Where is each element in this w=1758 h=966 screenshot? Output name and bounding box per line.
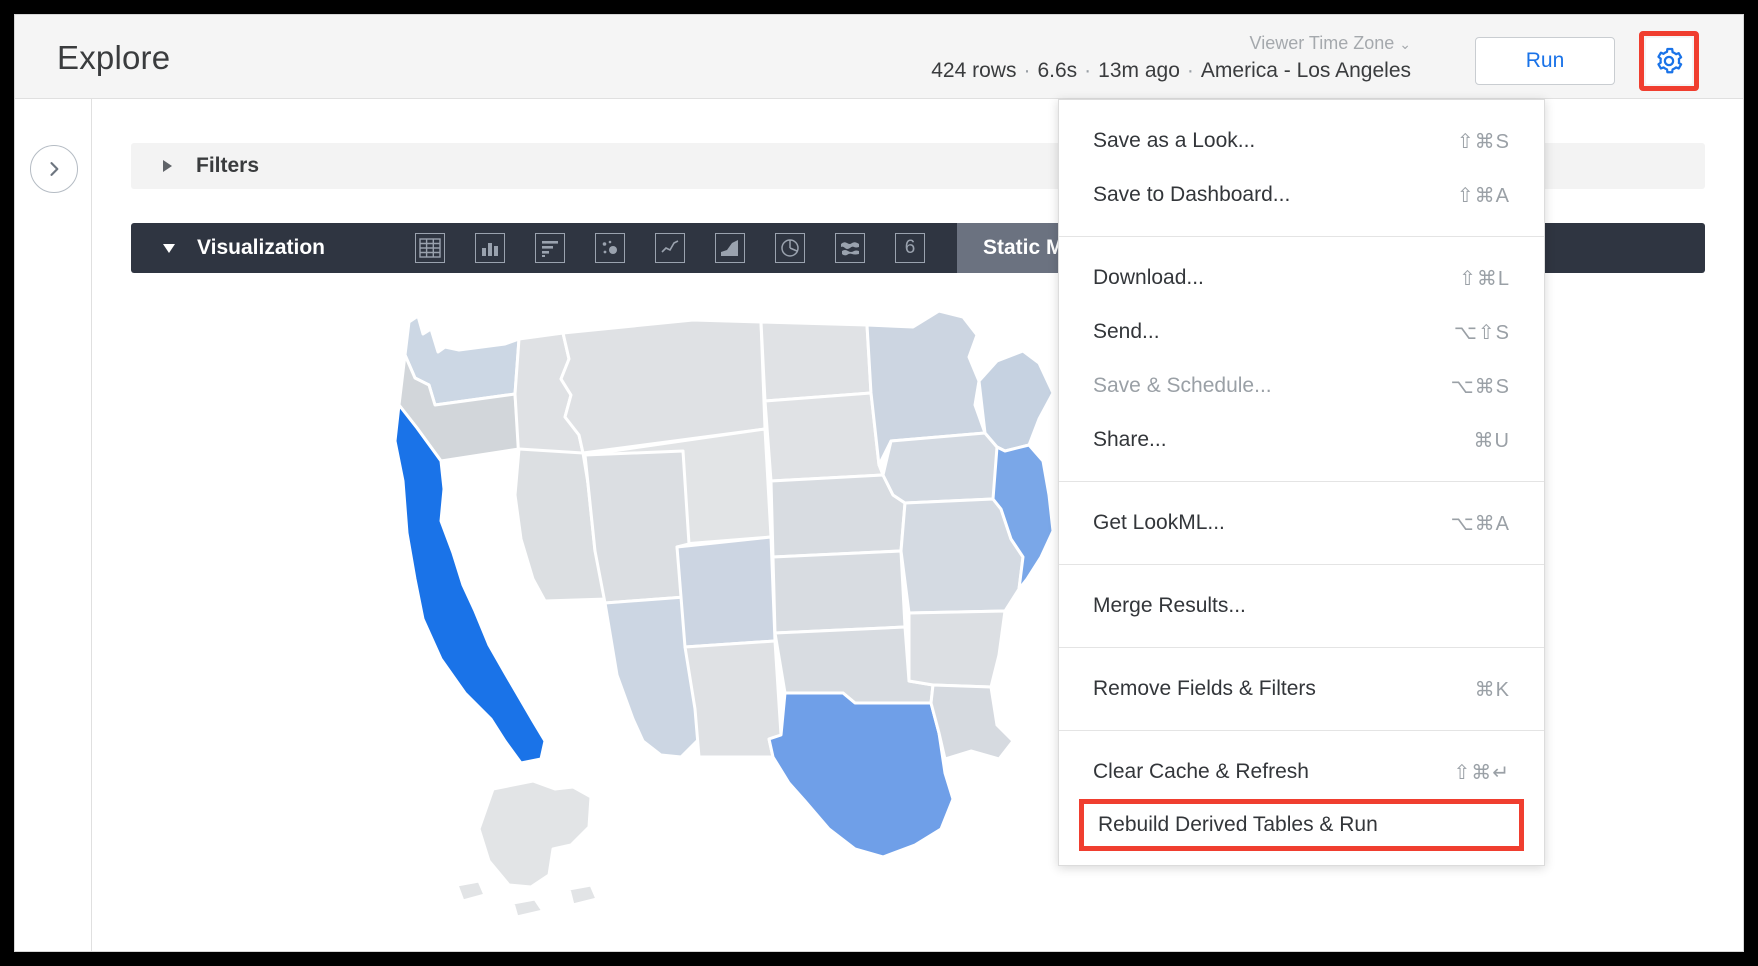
page-title: Explore bbox=[57, 39, 170, 77]
menu-item-label: Get LookML... bbox=[1093, 511, 1225, 535]
map-state-WI[interactable] bbox=[979, 351, 1053, 451]
horizontal-bar-icon[interactable] bbox=[535, 233, 565, 263]
menu-item-label: Remove Fields & Filters bbox=[1093, 677, 1316, 701]
filters-label: Filters bbox=[196, 154, 259, 178]
menu-item-label: Download... bbox=[1093, 266, 1204, 290]
scatter-plot-icon[interactable] bbox=[595, 233, 625, 263]
map-state-AK[interactable] bbox=[457, 781, 597, 917]
menu-item-label: Save as a Look... bbox=[1093, 129, 1255, 153]
menu-item-shortcut: ⌥⇧S bbox=[1454, 320, 1510, 345]
line-chart-icon[interactable] bbox=[655, 233, 685, 263]
menu-item-shortcut: ⌥⌘A bbox=[1451, 511, 1510, 536]
run-button[interactable]: Run bbox=[1475, 37, 1615, 85]
triangle-right-icon bbox=[163, 160, 172, 172]
menu-item-label: Clear Cache & Refresh bbox=[1093, 760, 1309, 784]
timezone-selector[interactable]: Viewer Time Zone⌄ bbox=[931, 31, 1411, 56]
menu-item-get-lookml[interactable]: Get LookML... ⌥⌘A bbox=[1059, 496, 1544, 550]
timezone-value: America - Los Angeles bbox=[1201, 59, 1411, 82]
separator: · bbox=[1077, 59, 1098, 82]
map-icon[interactable] bbox=[835, 233, 865, 263]
menu-group: Clear Cache & Refresh ⇧⌘↵ Rebuild Derived … bbox=[1059, 730, 1544, 865]
separator: · bbox=[1180, 59, 1201, 82]
menu-item-label: Merge Results... bbox=[1093, 594, 1246, 618]
menu-item-send[interactable]: Send... ⌥⇧S bbox=[1059, 305, 1544, 359]
visualization-label: Visualization bbox=[197, 236, 325, 260]
app-header: Explore Viewer Time Zone⌄ 424 rows·6.6s·… bbox=[15, 15, 1743, 99]
gear-dropdown-menu[interactable]: Save as a Look... ⇧⌘S Save to Dashboard...… bbox=[1058, 99, 1545, 866]
separator: · bbox=[1016, 59, 1037, 82]
menu-item-download[interactable]: Download... ⇧⌘L bbox=[1059, 251, 1544, 305]
menu-item-shortcut: ⇧⌘S bbox=[1457, 129, 1510, 154]
map-state-IA[interactable] bbox=[883, 433, 1003, 503]
menu-item-save-schedule: Save & Schedule... ⌥⌘S bbox=[1059, 359, 1544, 413]
chevron-right-circle-icon[interactable] bbox=[30, 145, 78, 193]
map-state-TX[interactable] bbox=[769, 693, 953, 857]
menu-item-shortcut: ⌘U bbox=[1474, 428, 1510, 453]
chevron-down-icon: ⌄ bbox=[1399, 36, 1411, 52]
menu-group: Remove Fields & Filters ⌘K bbox=[1059, 647, 1544, 730]
row-count: 424 rows bbox=[931, 59, 1016, 82]
map-state-SD[interactable] bbox=[765, 393, 883, 481]
timezone-label: Viewer Time Zone bbox=[1250, 33, 1395, 53]
run-button-label: Run bbox=[1526, 49, 1565, 73]
more-visualizations-count[interactable]: 6 bbox=[895, 233, 925, 263]
menu-item-clear-cache-refresh[interactable]: Clear Cache & Refresh ⇧⌘↵ bbox=[1059, 745, 1544, 799]
menu-item-label: Rebuild Derived Tables & Run bbox=[1098, 813, 1378, 837]
pie-chart-icon[interactable] bbox=[775, 233, 805, 263]
menu-item-shortcut: ⇧⌘L bbox=[1459, 266, 1510, 291]
map-state-LA[interactable] bbox=[931, 685, 1013, 759]
menu-item-save-to-dashboard[interactable]: Save to Dashboard... ⇧⌘A bbox=[1059, 168, 1544, 222]
menu-item-save-as-a-look[interactable]: Save as a Look... ⇧⌘S bbox=[1059, 114, 1544, 168]
gear-icon[interactable] bbox=[1646, 38, 1692, 84]
menu-item-shortcut: ⇧⌘A bbox=[1457, 183, 1510, 208]
menu-group: Download... ⇧⌘L Send... ⌥⇧S Save & Schedule.… bbox=[1059, 236, 1544, 481]
map-state-UT[interactable] bbox=[585, 451, 689, 603]
menu-item-label: Share... bbox=[1093, 428, 1167, 452]
menu-item-rebuild-derived-tables-run[interactable]: Rebuild Derived Tables & Run bbox=[1079, 799, 1524, 851]
app-window: Explore Viewer Time Zone⌄ 424 rows·6.6s·… bbox=[14, 14, 1744, 952]
menu-item-shortcut: ⌘K bbox=[1475, 677, 1510, 702]
left-sidebar bbox=[15, 99, 92, 951]
table-icon[interactable] bbox=[415, 233, 445, 263]
map-state-NM[interactable] bbox=[685, 641, 781, 757]
menu-group: Save as a Look... ⇧⌘S Save to Dashboard...… bbox=[1059, 100, 1544, 236]
map-state-CO[interactable] bbox=[677, 537, 775, 647]
menu-item-shortcut: ⌥⌘S bbox=[1451, 374, 1510, 399]
menu-group: Merge Results... bbox=[1059, 564, 1544, 647]
menu-item-remove-fields-filters[interactable]: Remove Fields & Filters ⌘K bbox=[1059, 662, 1544, 716]
menu-item-label: Save & Schedule... bbox=[1093, 374, 1272, 398]
menu-item-share[interactable]: Share... ⌘U bbox=[1059, 413, 1544, 467]
menu-item-label: Send... bbox=[1093, 320, 1160, 344]
triangle-down-icon[interactable] bbox=[163, 244, 175, 253]
menu-item-merge-results[interactable]: Merge Results... bbox=[1059, 579, 1544, 633]
query-stats: 424 rows·6.6s·13m ago·America - Los Ange… bbox=[931, 56, 1411, 86]
map-state-NE[interactable] bbox=[771, 475, 905, 557]
menu-group: Get LookML... ⌥⌘A bbox=[1059, 481, 1544, 564]
menu-item-label: Save to Dashboard... bbox=[1093, 183, 1290, 207]
map-state-ND[interactable] bbox=[761, 322, 871, 401]
query-duration: 6.6s bbox=[1037, 59, 1077, 82]
map-state-AR[interactable] bbox=[909, 611, 1005, 687]
last-run-time: 13m ago bbox=[1098, 59, 1180, 82]
menu-item-shortcut: ⇧⌘↵ bbox=[1453, 760, 1510, 785]
map-state-KS[interactable] bbox=[773, 551, 905, 633]
query-metadata: Viewer Time Zone⌄ 424 rows·6.6s·13m ago·… bbox=[931, 31, 1411, 86]
bar-chart-icon[interactable] bbox=[475, 233, 505, 263]
area-chart-icon[interactable] bbox=[715, 233, 745, 263]
visualization-type-picker: 6 bbox=[415, 233, 925, 263]
